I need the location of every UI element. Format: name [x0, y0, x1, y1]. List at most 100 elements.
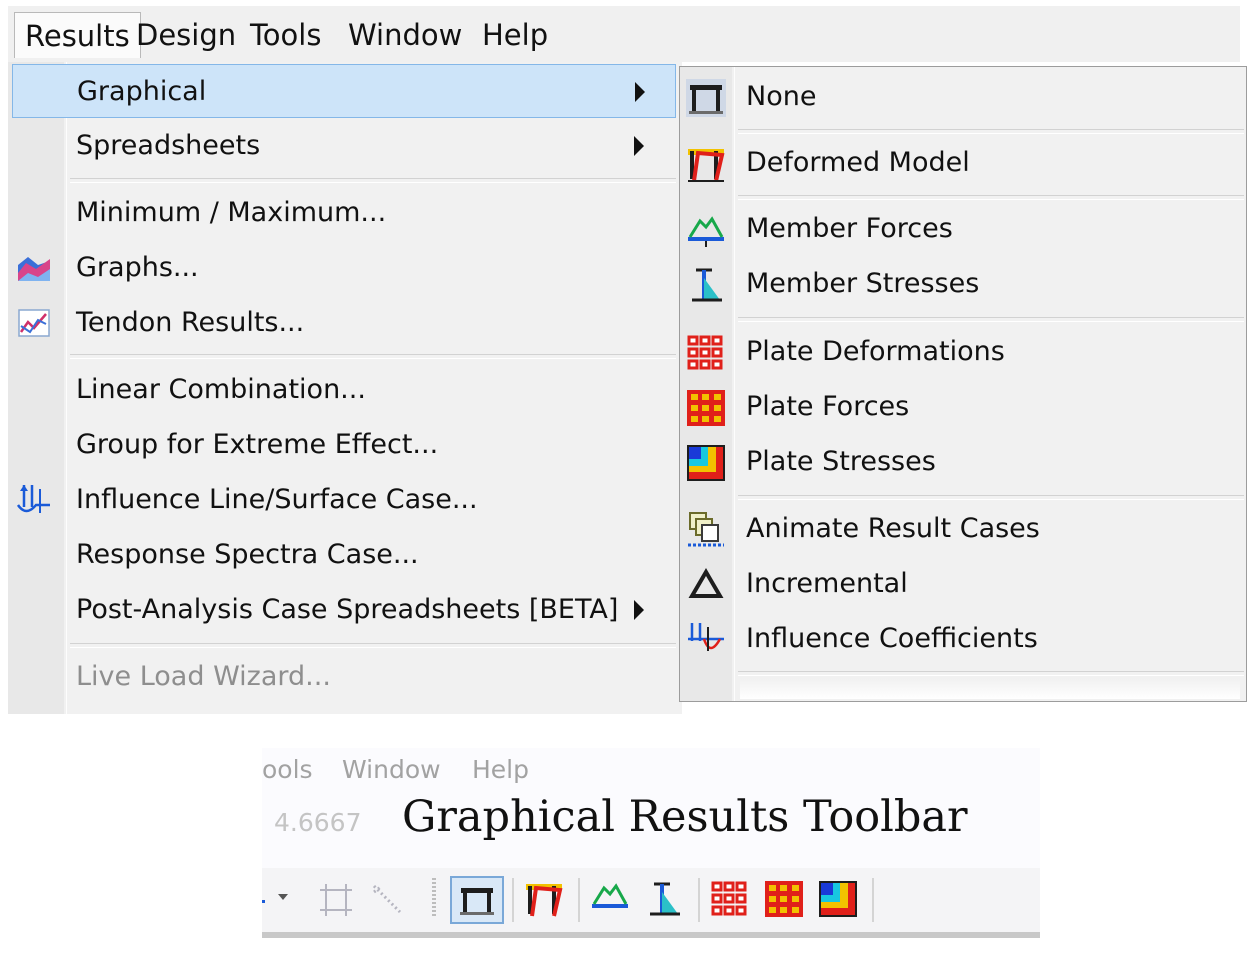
- menu-item-minimum-maximum[interactable]: Minimum / Maximum...: [8, 186, 676, 240]
- coordinate-readout: 4.6667: [274, 808, 362, 837]
- graphical-results-toolbar: [262, 868, 1040, 938]
- menu-help[interactable]: Help: [472, 12, 558, 58]
- plate-stresses-icon: [687, 445, 725, 481]
- menu-bar: Results Design Tools Window Help: [8, 6, 1240, 62]
- toolbar-divider: [872, 878, 874, 922]
- menu-item-influence-line-surface[interactable]: Influence Line/Surface Case...: [8, 473, 676, 527]
- submenu-item-plate-deformations[interactable]: Plate Deformations: [680, 324, 1246, 380]
- submenu-item-label: Deformed Model: [746, 147, 970, 178]
- submenu-divider: [738, 317, 1244, 322]
- submenu-item-label: Incremental: [746, 568, 908, 599]
- results-menu: Graphical Spreadsheets Minimum / Maximum…: [8, 62, 682, 714]
- submenu-arrow-icon: [634, 600, 644, 620]
- toolbar-caption: Graphical Results Toolbar: [402, 792, 968, 842]
- submenu-arrow-icon: [635, 82, 645, 102]
- menu-item-live-load-wizard: Live Load Wizard...: [8, 650, 676, 704]
- submenu-divider: [738, 129, 1244, 134]
- toolbar-plate-deformations-button[interactable]: [706, 876, 758, 924]
- toolbar-divider: [512, 878, 514, 922]
- tendon-results-icon: [18, 309, 50, 337]
- graphical-submenu: None Deformed Model Member Forces Member…: [679, 66, 1247, 702]
- menu-item-label: Minimum / Maximum...: [76, 197, 387, 228]
- member-forces-icon: [688, 216, 724, 247]
- submenu-arrow-icon: [634, 136, 644, 156]
- submenu-item-label: Influence Coefficients: [746, 623, 1038, 654]
- submenu-item-label: Plate Deformations: [746, 336, 1005, 367]
- member-forces-icon: [592, 883, 628, 908]
- submenu-item-animate-result-cases[interactable]: Animate Result Cases: [680, 501, 1246, 557]
- submenu-item-label: Member Forces: [746, 213, 953, 244]
- submenu-item-member-forces[interactable]: Member Forces: [680, 201, 1246, 257]
- toolbar-none-button[interactable]: [450, 876, 504, 924]
- menu-item-graphical[interactable]: Graphical: [12, 64, 676, 118]
- menu-item-group-extreme-effect[interactable]: Group for Extreme Effect...: [8, 418, 676, 472]
- submenu-item-member-stresses[interactable]: Member Stresses: [680, 256, 1246, 312]
- menu-divider: [70, 354, 676, 359]
- plate-forces-icon: [765, 881, 803, 917]
- submenu-item-plate-stresses[interactable]: Plate Stresses: [680, 434, 1246, 490]
- menu-window[interactable]: Window: [338, 12, 472, 58]
- menu-item-label: Live Load Wizard...: [76, 661, 331, 692]
- graphs-icon: [18, 257, 50, 281]
- toolbar-menu-help[interactable]: Help: [472, 750, 529, 790]
- submenu-item-none[interactable]: None: [680, 69, 1246, 125]
- menu-item-label: Spreadsheets: [76, 130, 261, 161]
- animate-result-cases-icon: [688, 512, 724, 547]
- menu-divider: [70, 178, 676, 183]
- submenu-item-deformed-model[interactable]: Deformed Model: [680, 135, 1246, 191]
- zoom-frame-icon: [320, 884, 352, 916]
- toolbar-plate-stresses-button[interactable]: [814, 876, 866, 924]
- plate-stresses-icon: [819, 881, 857, 917]
- member-stresses-icon: [692, 268, 722, 302]
- menu-results[interactable]: Results: [14, 12, 141, 58]
- menu-item-graphs[interactable]: Graphs...: [8, 241, 676, 295]
- toolbar-member-forces-button[interactable]: [586, 876, 638, 924]
- menu-tools[interactable]: Tools: [240, 12, 331, 58]
- submenu-fade-overlay: [740, 679, 1240, 699]
- menu-item-response-spectra[interactable]: Response Spectra Case...: [8, 528, 676, 582]
- menu-item-linear-combination[interactable]: Linear Combination...: [8, 363, 676, 417]
- submenu-item-incremental[interactable]: Incremental: [680, 556, 1246, 612]
- toolbar-zoom-frame-button[interactable]: [312, 876, 360, 924]
- submenu-item-label: Plate Forces: [746, 391, 910, 422]
- menu-item-post-analysis-spreadsheets[interactable]: Post-Analysis Case Spreadsheets [BETA]: [8, 583, 676, 637]
- toolbar-deformed-model-button[interactable]: [520, 876, 572, 924]
- toolbar-panel: ools Window Help 4.6667 Graphical Result…: [262, 748, 1040, 938]
- menu-design[interactable]: Design: [126, 12, 246, 58]
- submenu-item-label: Member Stresses: [746, 268, 980, 299]
- menu-item-label: Influence Line/Surface Case...: [76, 484, 478, 515]
- deformed-model-icon: [688, 149, 725, 182]
- toolbar-plate-forces-button[interactable]: [760, 876, 812, 924]
- submenu-item-influence-coefficients[interactable]: Influence Coefficients: [680, 611, 1246, 667]
- toolbar-member-stresses-button[interactable]: [640, 876, 692, 924]
- menu-item-label: Linear Combination...: [76, 374, 366, 405]
- deformed-model-icon: [526, 884, 563, 917]
- plate-deformations-icon: [687, 335, 723, 370]
- influence-coefficients-icon: [688, 623, 724, 651]
- menu-item-label: Graphical: [77, 76, 207, 107]
- menu-item-label: Response Spectra Case...: [76, 539, 419, 570]
- menu-item-label: Graphs...: [76, 252, 199, 283]
- submenu-item-label: Plate Stresses: [746, 446, 936, 477]
- menu-item-label: Tendon Results...: [76, 307, 305, 338]
- toolbar-bottom-edge: [262, 932, 1040, 938]
- menu-item-spreadsheets[interactable]: Spreadsheets: [8, 119, 676, 173]
- menu-item-label: Group for Extreme Effect...: [76, 429, 439, 460]
- plate-deformations-icon: [711, 881, 747, 916]
- menu-divider: [70, 643, 676, 648]
- dropdown-arrow-icon: [262, 894, 288, 903]
- toolbar-dotted-line-button[interactable]: [364, 876, 412, 924]
- toolbar-menu-tools[interactable]: ools: [262, 750, 313, 790]
- toolbar-grip[interactable]: [432, 878, 436, 918]
- submenu-divider: [738, 495, 1244, 500]
- submenu-item-plate-forces[interactable]: Plate Forces: [680, 379, 1246, 435]
- toolbar-dropdown-button[interactable]: [262, 876, 296, 924]
- submenu-divider: [738, 671, 1244, 676]
- toolbar-menu-window[interactable]: Window: [342, 750, 441, 790]
- menu-item-label: Post-Analysis Case Spreadsheets [BETA]: [76, 594, 619, 625]
- dotted-line-icon: [372, 884, 402, 914]
- submenu-item-label: Animate Result Cases: [746, 513, 1040, 544]
- submenu-divider: [738, 195, 1244, 200]
- member-stresses-icon: [650, 882, 680, 916]
- menu-item-tendon-results[interactable]: Tendon Results...: [8, 296, 676, 350]
